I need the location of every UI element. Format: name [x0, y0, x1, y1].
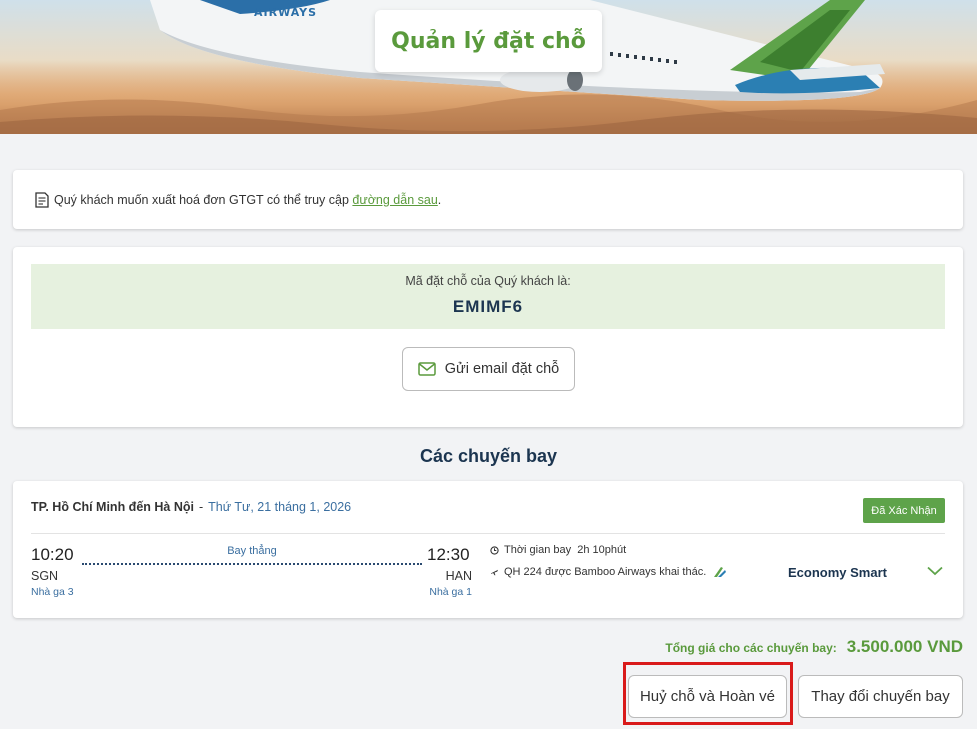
change-flight-button[interactable]: Thay đổi chuyến bay — [798, 675, 963, 718]
fare-class: Economy Smart — [788, 565, 887, 580]
flights-section-title: Các chuyến bay — [419, 446, 558, 466]
invoice-suffix: . — [437, 192, 442, 207]
plane-icon — [490, 569, 499, 575]
arrival-terminal: Nhà ga 1 — [429, 586, 472, 598]
envelope-icon — [418, 362, 436, 376]
page-title: Quản lý đặt chỗ — [391, 28, 586, 54]
stop-type: Bay thẳng — [227, 545, 277, 557]
divider — [31, 533, 945, 534]
invoice-text: Quý khách muốn xuất hoá đơn GTGT có thể … — [54, 192, 353, 207]
document-icon — [35, 191, 49, 208]
booking-code-panel: Mã đặt chỗ của Quý khách là: EMIMF6 — [31, 264, 945, 329]
arrival-airport: HAN — [445, 569, 472, 583]
flight-operator-text: QH 224 được Bamboo Airways khai thác. — [504, 566, 707, 578]
clock-icon — [490, 545, 499, 555]
flight-duration: Thời gian bay 2h 10phút — [490, 544, 626, 556]
flight-card: TP. Hồ Chí Minh đến Hà Nội - Thứ Tư, 21 th… — [13, 481, 963, 618]
send-email-button[interactable]: Gửi email đặt chỗ — [402, 347, 575, 391]
booking-code-card: Mã đặt chỗ của Quý khách là: EMIMF6 Gửi … — [13, 247, 963, 427]
airline-wordmark: AIRWAYS — [254, 6, 318, 19]
departure-terminal: Nhà ga 3 — [31, 586, 74, 598]
route-separator: - — [198, 500, 204, 514]
invoice-link[interactable]: đường dẫn sau — [352, 193, 437, 207]
arrival-time: 12:30 — [427, 545, 470, 564]
departure-time: 10:20 — [31, 545, 74, 564]
booking-code: EMIMF6 — [452, 297, 524, 316]
highlight-box — [623, 662, 793, 725]
status-badge: Đã Xác Nhận — [863, 498, 945, 523]
bamboo-logo-icon — [714, 567, 727, 577]
chevron-down-icon[interactable] — [927, 566, 943, 576]
total-price-label: Tổng giá cho các chuyến bay: — [665, 641, 837, 655]
send-email-label: Gửi email đặt chỗ — [444, 361, 560, 377]
flight-route-line: TP. Hồ Chí Minh đến Hà Nội - Thứ Tư, 21 th… — [31, 500, 351, 514]
departure-airport: SGN — [31, 569, 59, 583]
flight-duration-text: Thời gian bay 2h 10phút — [504, 544, 627, 556]
flight-path-line — [82, 563, 422, 565]
hero-banner: AIRWAYS Quản lý đặt chỗ — [0, 0, 977, 134]
total-price: Tổng giá cho các chuyến bay: 3.500.000 V… — [665, 637, 963, 657]
booking-code-label: Mã đặt chỗ của Quý khách là: — [405, 274, 571, 288]
page-title-card: Quản lý đặt chỗ — [375, 10, 602, 72]
flight-route: TP. Hồ Chí Minh đến Hà Nội — [31, 500, 194, 514]
flight-date: Thứ Tư, 21 tháng 1, 2026 — [208, 500, 352, 514]
flight-operator: QH 224 được Bamboo Airways khai thác. — [490, 565, 733, 579]
invoice-notice: Quý khách muốn xuất hoá đơn GTGT có thể … — [13, 170, 963, 229]
total-price-value: 3.500.000 VND — [846, 637, 963, 656]
